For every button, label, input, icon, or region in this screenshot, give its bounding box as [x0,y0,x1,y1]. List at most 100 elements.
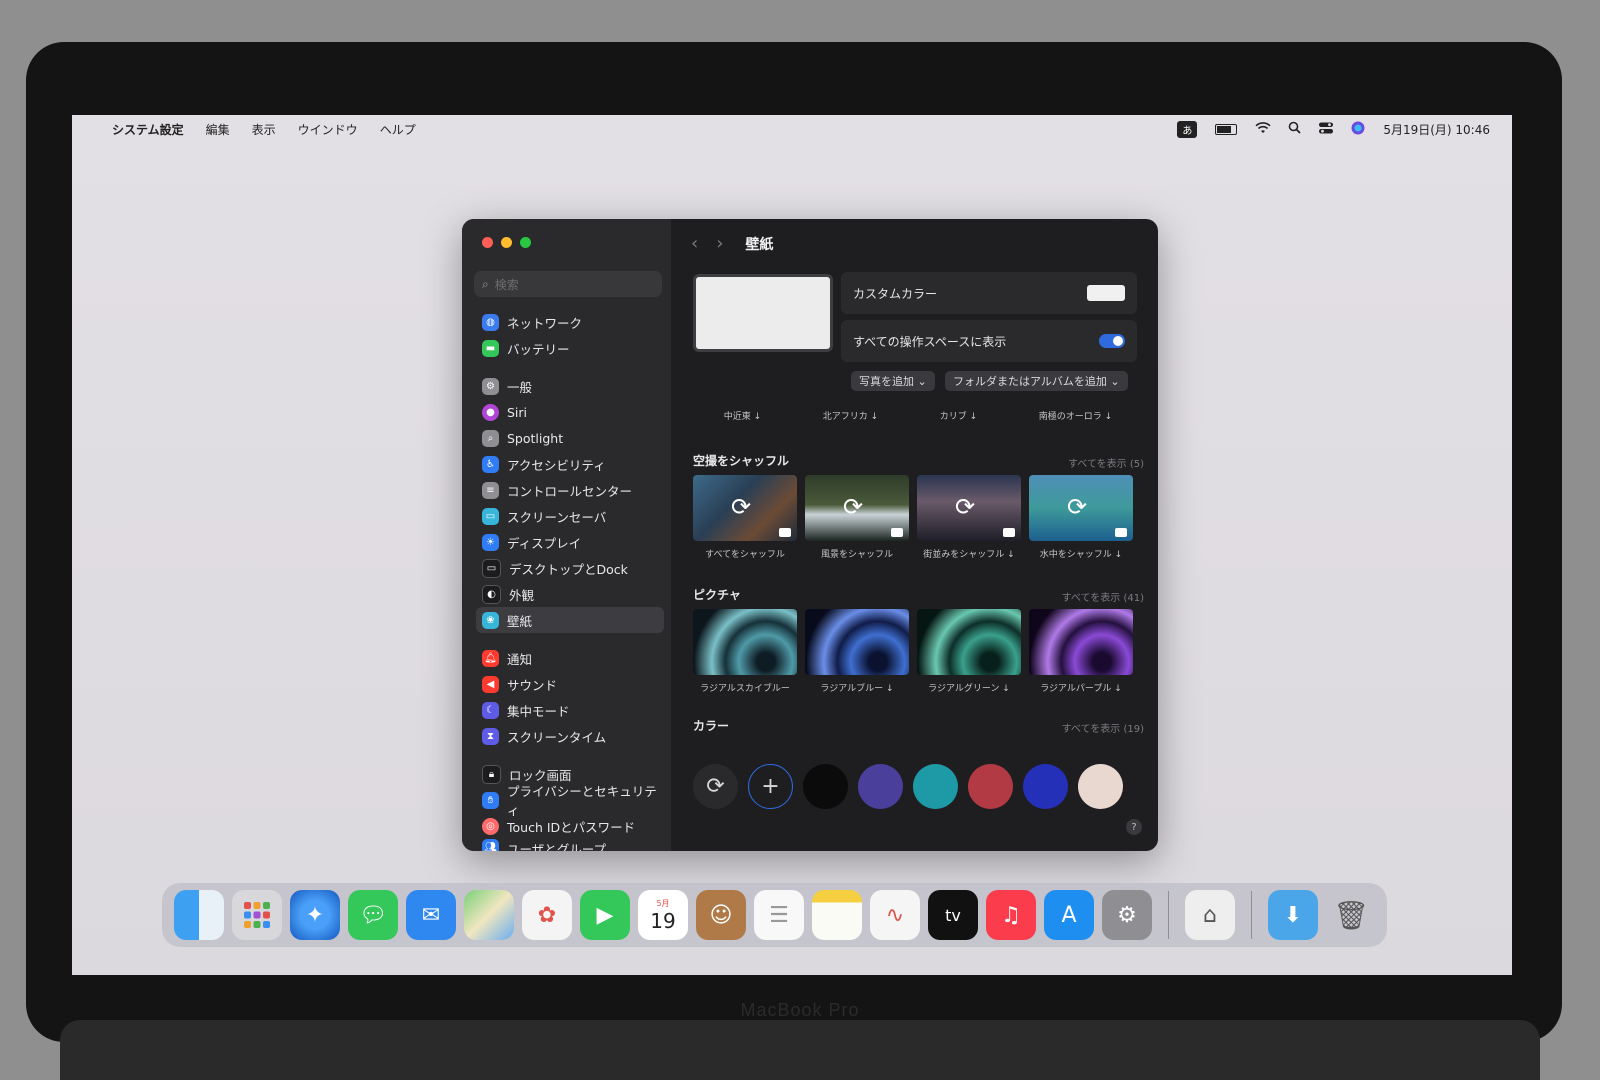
picture-thumb[interactable]: ラジアルブルー ↓ [805,609,909,694]
sidebar-item-battery[interactable]: ▬ バッテリー [476,335,664,361]
custom-color-swatch[interactable] [1087,285,1125,301]
menu-app-name[interactable]: システム設定 [112,121,184,138]
add-photo-button[interactable]: 写真を追加 ⌄ [851,371,935,391]
color-swatch[interactable] [913,764,958,809]
sidebar-item-privacy[interactable]: ✋︎ プライバシーとセキュリティ [476,784,664,818]
search-icon[interactable] [1287,121,1301,137]
colors-show-all[interactable]: すべてを表示 (19) [1062,720,1144,735]
messages-icon[interactable]: 💬︎ [348,890,398,940]
sidebar-item-desktop-dock[interactable]: ▭ デスクトップとDock [476,555,664,581]
apple-tv-icon[interactable]: tv [928,890,978,940]
sidebar-item-control-center[interactable]: ≡ コントロールセンター [476,477,664,503]
pictures-show-all[interactable]: すべてを表示 (41) [1062,589,1144,604]
freeform-icon[interactable]: ∿ [870,890,920,940]
input-method-icon[interactable]: あ [1177,120,1198,138]
mail-icon[interactable]: ✉ [406,890,456,940]
music-icon[interactable]: ♫ [986,890,1036,940]
color-swatch[interactable] [1078,764,1123,809]
shuffle-thumb[interactable]: ⟳ 風景をシャッフル [805,475,909,560]
add-color-button[interactable]: + [748,764,793,809]
sidebar-item-accessibility[interactable]: ♿ アクセシビリティ [476,451,664,477]
launchpad-icon[interactable] [232,890,282,940]
battery-icon[interactable] [1215,123,1238,135]
show-all-spaces-toggle[interactable] [1099,334,1125,348]
color-swatch[interactable] [1023,764,1068,809]
sidebar-item-notifications[interactable]: 🔔︎ 通知 [476,645,664,671]
sidebar-item-screensaver[interactable]: ▭ スクリーンセーバ [476,503,664,529]
minimize-button[interactable] [501,237,512,248]
users-icon: 👥︎ [482,839,499,851]
shuffle-colors-icon[interactable]: ⟳ [693,764,738,809]
add-folder-button[interactable]: フォルダまたはアルバムを追加 ⌄ [945,371,1128,391]
calendar-month: 5月 [656,898,670,908]
menu-help[interactable]: ヘルプ [380,121,416,138]
zoom-button[interactable] [520,237,531,248]
sidebar-item-network[interactable]: ◍ ネットワーク [476,309,664,335]
help-button[interactable]: ? [1126,819,1142,835]
shuffle-show-all[interactable]: すべてを表示 (5) [1068,455,1144,470]
app-store-icon[interactable]: A [1044,890,1094,940]
menu-edit[interactable]: 編集 [206,121,230,138]
menu-window[interactable]: ウインドウ [298,121,358,138]
sidebar-item-label: サウンド [507,677,558,693]
sidebar-item-appearance[interactable]: ◐ 外観 [476,581,664,607]
color-swatch[interactable] [858,764,903,809]
sidebar-item-sound[interactable]: ◀ サウンド [476,671,664,697]
aerial-label[interactable]: 南極のオーロラ ↓ [1039,409,1112,422]
trash-icon[interactable]: 🗑︎ [1326,890,1376,940]
facetime-icon[interactable]: ▶ [580,890,630,940]
page-title: 壁紙 [745,236,774,253]
safari-icon[interactable]: ✦ [290,890,340,940]
show-all-spaces-row: すべての操作スペースに表示 [841,320,1137,362]
maps-icon[interactable] [464,890,514,940]
sidebar-item-focus[interactable]: ☾ 集中モード [476,697,664,723]
shuffle-thumb[interactable]: ⟳ 街並みをシャッフル ↓ [917,475,1021,560]
sidebar-item-siri[interactable]: ● Siri [476,399,664,425]
wifi-icon[interactable] [1255,121,1271,137]
pictures-section-title: ピクチャ [693,588,741,602]
aerial-label[interactable]: 中近東 ↓ [724,409,761,422]
sidebar-item-users[interactable]: 👥︎ ユーザとグループ [476,839,664,851]
color-swatch[interactable] [803,764,848,809]
toolbar: ‹ › 壁紙 [691,233,773,254]
bezel-label: MacBook Pro [740,1000,860,1020]
sidebar-item-wallpaper[interactable]: ❀ 壁紙 [476,607,664,633]
sidebar-item-general[interactable]: ⚙ 一般 [476,373,664,399]
system-settings-icon[interactable]: ⚙ [1102,890,1152,940]
globe-icon: ◍ [482,313,499,331]
calendar-icon[interactable]: 5月 19 [638,890,688,940]
sidebar-item-screen-time[interactable]: ⧗ スクリーンタイム [476,723,664,749]
search-input[interactable]: ⌕ 検索 [474,271,662,297]
control-center-icon[interactable] [1319,122,1334,137]
aerial-row-labels: 中近東 ↓ 北アフリカ ↓ カリブ ↓ 南極のオーロラ ↓ [693,409,1143,422]
siri-icon[interactable] [1351,121,1365,138]
appearance-icon: ◐ [482,584,501,604]
downloads-folder-icon[interactable]: ⬇ [1268,890,1318,940]
forward-chevron-icon[interactable]: › [716,233,723,254]
menu-datetime[interactable]: 5月19日(月) 10:46 [1383,121,1490,138]
finder-icon[interactable] [174,890,224,940]
shuffle-thumb[interactable]: ⟳ すべてをシャッフル [693,475,797,560]
show-all-spaces-label: すべての操作スペースに表示 [853,334,1007,349]
photos-icon[interactable]: ✿ [522,890,572,940]
picture-thumb[interactable]: ラジアルスカイブルー [693,609,797,694]
sidebar-item-spotlight[interactable]: ⌕ Spotlight [476,425,664,451]
menu-view[interactable]: 表示 [252,121,276,138]
back-chevron-icon[interactable]: ‹ [691,233,698,254]
reminders-icon[interactable]: ☰ [754,890,804,940]
color-swatch[interactable] [968,764,1013,809]
colors-section-title: カラー [693,719,730,733]
shuffle-thumb[interactable]: ⟳ 水中をシャッフル ↓ [1029,475,1133,560]
aerial-label[interactable]: 北アフリカ ↓ [823,409,878,422]
contacts-icon[interactable]: ☺ [696,890,746,940]
sidebar-item-displays[interactable]: ☀ ディスプレイ [476,529,664,555]
notes-icon[interactable] [812,890,862,940]
close-button[interactable] [482,237,493,248]
picture-thumb[interactable]: ラジアルグリーン ↓ [917,609,1021,694]
picture-thumb[interactable]: ラジアルパープル ↓ [1029,609,1133,694]
aerial-label[interactable]: カリブ ↓ [940,409,977,422]
toggles-icon: ≡ [482,481,499,499]
utility-app-icon[interactable]: ⌂ [1185,890,1235,940]
sidebar-item-label: ディスプレイ [507,535,582,551]
moon-icon: ☾ [482,701,499,719]
